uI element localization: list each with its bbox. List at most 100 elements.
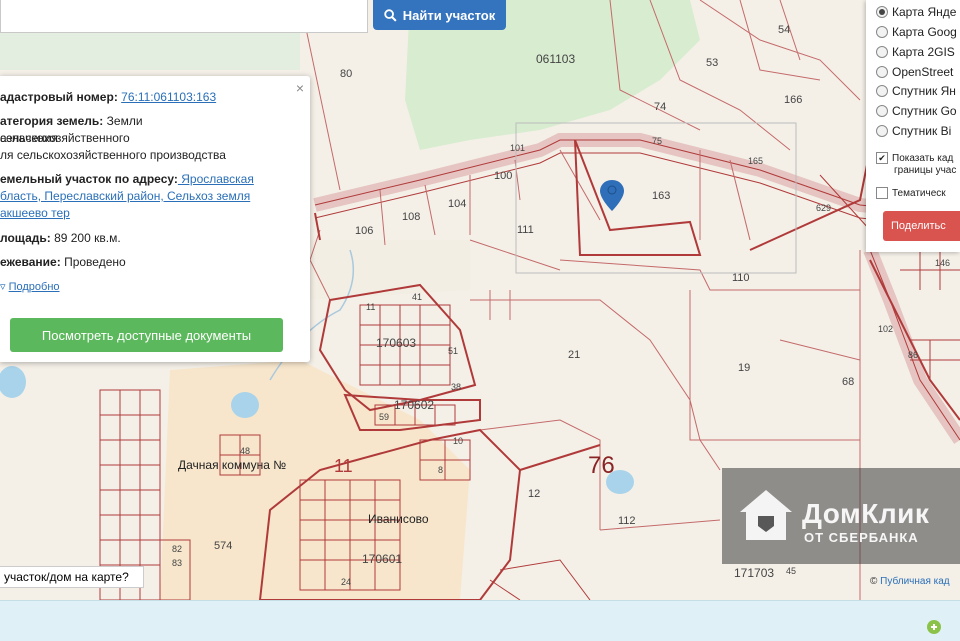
layer-option-osm[interactable]: OpenStreet — [876, 63, 953, 81]
road-right — [863, 247, 960, 444]
category-row-2: азначения — [0, 131, 58, 145]
parcel-info-popup: × адастровый номер: 76:11:061103:163 ате… — [0, 76, 310, 362]
attribution-link[interactable]: Публичная кад — [880, 576, 949, 587]
attribution-prefix: © — [870, 576, 881, 587]
layer-option-yandex[interactable]: Карта Янде — [876, 3, 956, 21]
find-property-label: участок/дом на карте? — [4, 570, 129, 584]
parcel-label: 101 — [510, 143, 526, 153]
show-cadastral-label-2: границы учас — [894, 164, 957, 176]
survey-value: Проведено — [60, 255, 126, 269]
parcel-label: 74 — [654, 101, 667, 113]
thematic-label: Тематическ — [892, 187, 946, 199]
cadastral-row: адастровый номер: 76:11:061103:163 — [0, 89, 270, 106]
radio-icon[interactable] — [876, 26, 888, 38]
share-button-label: Поделитьс — [891, 220, 946, 232]
area-row: лощадь: 89 200 кв.м. — [0, 230, 270, 247]
parcel-label: 102 — [878, 324, 894, 334]
parcel-label: 163 — [652, 190, 671, 202]
radio-icon[interactable] — [876, 125, 888, 137]
view-documents-button[interactable]: Посмотреть доступные документы — [10, 318, 283, 352]
parcel-label: 165 — [748, 156, 764, 166]
layer-option-2gis[interactable]: Карта 2GIS — [876, 43, 955, 61]
region-label: 76 — [588, 452, 615, 479]
parcel-label: 8 — [438, 465, 444, 475]
quarter-label: 171703 — [734, 566, 775, 580]
share-icon[interactable] — [926, 619, 942, 635]
checkbox-icon[interactable] — [876, 187, 888, 199]
parcel-label: 45 — [786, 566, 797, 576]
show-cadastral-checkbox[interactable]: ✔ Показать кад — [876, 152, 953, 164]
more-details-link[interactable]: ▿ Подробно — [0, 280, 60, 293]
address-row-2: бласть, Переславский район, Сельхоз земл… — [0, 188, 270, 205]
close-icon[interactable]: × — [296, 80, 304, 96]
address-row-3: акшеево тер — [0, 205, 270, 222]
cadastral-label: адастровый номер: — [0, 90, 118, 104]
search-input[interactable] — [0, 0, 368, 33]
find-property-prompt[interactable]: участок/дом на карте? — [0, 566, 144, 588]
parcel-label: 41 — [412, 292, 423, 302]
show-cadastral-label: Показать кад — [892, 152, 954, 164]
more-details-label: Подробно — [8, 281, 60, 293]
parcel-label: 146 — [935, 258, 951, 268]
parcel-label: 86 — [908, 350, 919, 360]
layer-option-label: Карта Goog — [892, 25, 957, 39]
parcel-label: 106 — [355, 225, 374, 237]
search-icon — [384, 8, 397, 22]
quarter-label: 170603 — [376, 336, 417, 350]
parcel-label: 112 — [618, 515, 636, 527]
bottom-bar — [0, 600, 960, 641]
parcel-label: 24 — [341, 577, 352, 587]
layer-option-sat-google[interactable]: Спутник Go — [876, 102, 957, 120]
radio-icon[interactable] — [876, 66, 888, 78]
quarter-label: 170602 — [394, 398, 435, 412]
quarter-label: 170601 — [362, 552, 403, 566]
parcel-label: 166 — [784, 94, 803, 106]
category-row-3: ля сельскохозяйственного производства — [0, 148, 226, 162]
address-link[interactable]: Ярославская — [178, 172, 254, 186]
address-link-3[interactable]: акшеево тер — [0, 206, 70, 220]
parcel-label: 68 — [842, 376, 855, 388]
watermark-subtitle: ОТ СБЕРБАНКА — [804, 530, 919, 545]
thematic-checkbox[interactable]: Тематическ — [876, 184, 946, 202]
village-label: Иванисово — [368, 512, 429, 526]
parcel-label: 111 — [517, 224, 534, 236]
radio-icon[interactable] — [876, 85, 888, 97]
domclick-watermark: ДомКлик ОТ СБЕРБАНКА — [722, 468, 960, 564]
share-button[interactable]: Поделитьс — [883, 211, 960, 241]
address-label: емельный участок по адресу: — [0, 172, 178, 186]
layer-option-label: OpenStreet — [892, 65, 954, 79]
search-button-label: Найти участок — [402, 7, 496, 23]
survey-label: ежевание: — [0, 255, 61, 269]
parcel-label: 10 — [453, 436, 464, 446]
layer-option-label: Спутник Ян — [892, 84, 956, 98]
parcel-label: 53 — [706, 57, 719, 69]
parcel-label: 48 — [240, 446, 251, 456]
address-link-2[interactable]: бласть, Переславский район, Сельхоз земл… — [0, 189, 250, 203]
parcel-label: 51 — [448, 346, 459, 356]
radio-selected-icon[interactable] — [876, 6, 888, 18]
search-button[interactable]: Найти участок — [373, 0, 506, 30]
radio-icon[interactable] — [876, 105, 888, 117]
checkbox-checked-icon[interactable]: ✔ — [876, 152, 888, 164]
parcel-label: 11 — [366, 302, 376, 312]
map-attribution: © Публичная кад — [870, 576, 950, 587]
parcel-label: 54 — [778, 24, 791, 36]
parcel-label: 59 — [379, 412, 390, 422]
cadastral-number-link[interactable]: 76:11:061103:163 — [121, 90, 216, 104]
quarter-label: 061103 — [536, 52, 576, 66]
place-label: Дачная коммуна № — [178, 458, 287, 472]
address-row: емельный участок по адресу: Ярославская — [0, 171, 270, 188]
location-pin-icon — [600, 180, 624, 211]
parcel-label: 108 — [402, 211, 421, 223]
parcel-label: 75 — [652, 136, 663, 146]
parcel-label: 19 — [738, 362, 751, 374]
radio-icon[interactable] — [876, 46, 888, 58]
layer-option-label: Карта Янде — [892, 5, 957, 19]
show-cadastral-label-2-wrap: границы учас — [894, 164, 956, 176]
layer-option-sat-yandex[interactable]: Спутник Ян — [876, 82, 956, 100]
parcel-label: 110 — [732, 272, 750, 284]
parcel-label: 82 — [172, 544, 183, 554]
parcel-label: 574 — [214, 540, 233, 552]
layer-option-sat-bing[interactable]: Спутник Bi — [876, 122, 951, 140]
layer-option-google[interactable]: Карта Goog — [876, 23, 957, 41]
